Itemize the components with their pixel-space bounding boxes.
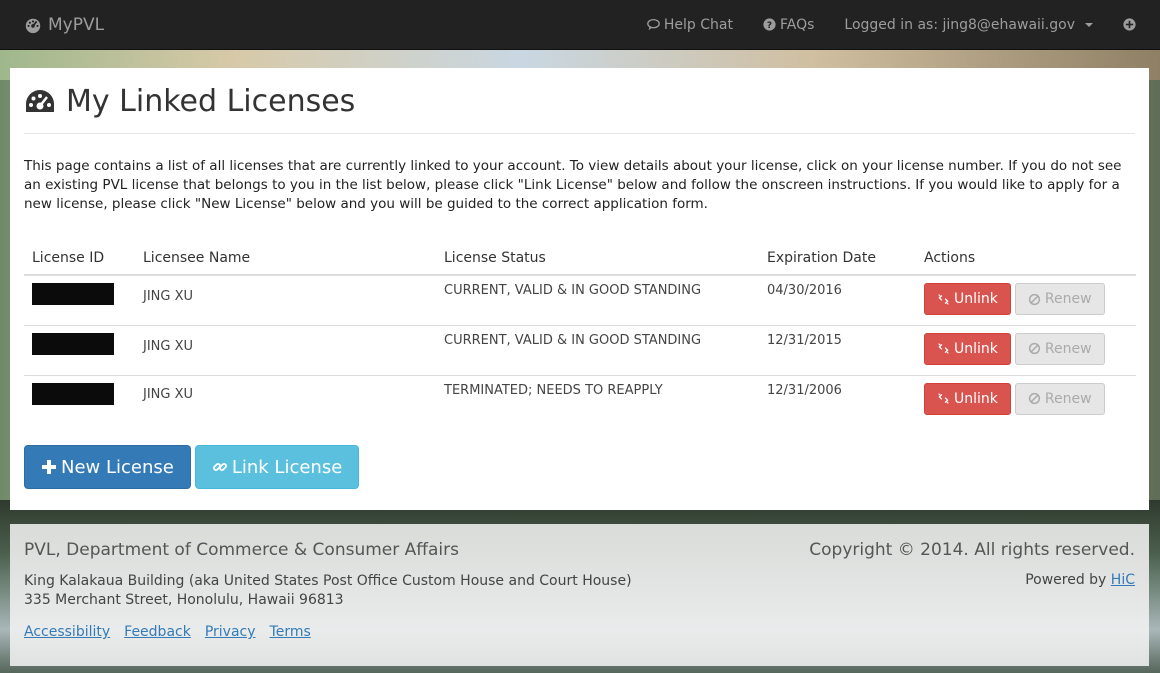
address: King Kalakaua Building (aka United State… [24,572,632,610]
col-header-licensee-name: Licensee Name [135,242,436,276]
renew-label: Renew [1044,340,1092,357]
unlink-label: Unlink [954,390,998,407]
dashboard-icon [26,89,54,112]
page-title: My Linked Licenses [66,84,356,119]
dashboard-icon [25,18,41,33]
unlink-label: Unlink [954,291,998,307]
expiration-date: 12/31/2006 [759,374,916,425]
licenses-table: License ID Licensee Name License Status … [24,242,1136,425]
link-license-label: Link License [231,456,343,478]
renew-button[interactable]: Renew [1014,283,1105,315]
footer-link-terms[interactable]: Terms [270,624,311,640]
footer-link-feedback[interactable]: Feedback [124,624,191,640]
unlink-button[interactable]: Unlink [924,382,1011,415]
powered-by-label: Powered by [1025,572,1107,588]
user-menu-dropdown[interactable]: Logged in as: jing8@ehawaii.gov [829,0,1108,49]
expiration-date: 12/31/2015 [759,324,916,375]
unlink-icon [938,293,949,305]
logged-in-label: Logged in as: jing8@ehawaii.gov [844,16,1075,33]
caret-down-icon [1085,22,1093,27]
plus-icon [42,460,56,474]
copyright-text: Copyright © 2014. All rights reserved. [809,540,1135,560]
renew-button[interactable]: Renew [1014,332,1105,365]
main-panel: My Linked Licenses This page contains a … [10,68,1149,510]
question-circle-icon: ? [763,18,776,31]
plus-circle-button[interactable] [1108,0,1160,49]
help-chat-link[interactable]: Help Chat [632,0,748,49]
link-icon [212,463,227,471]
license-status: CURRENT, VALID & IN GOOD STANDING [436,324,759,375]
col-header-license-status: License Status [436,242,759,276]
footer-org-name: PVL, Department of Commerce & Consumer A… [24,540,459,560]
address-line-2: 335 Merchant Street, Honolulu, Hawaii 96… [24,592,344,608]
ban-icon [1028,293,1040,305]
col-header-expiration-date: Expiration Date [759,242,916,276]
unlink-icon [938,343,949,354]
renew-label: Renew [1044,291,1092,307]
ban-icon [1028,342,1040,355]
brand-link[interactable]: MyPVL [24,15,104,35]
renew-button[interactable]: Renew [1014,382,1105,415]
license-status: TERMINATED; NEEDS TO REAPPLY [436,374,759,425]
page-header: My Linked Licenses [24,84,1135,134]
new-license-button[interactable]: New License [24,445,191,489]
unlink-button[interactable]: Unlink [924,332,1011,365]
chat-icon [647,18,660,31]
license-id-link-redacted[interactable] [32,382,114,405]
table-row: JING XU CURRENT, VALID & IN GOOD STANDIN… [24,275,1136,325]
footer-link-accessibility[interactable]: Accessibility [24,624,110,640]
footer: PVL, Department of Commerce & Consumer A… [10,524,1149,666]
ban-icon [1028,392,1040,405]
expiration-date: 04/30/2016 [767,283,842,298]
licensee-name: JING XU [143,289,194,304]
license-id-link-redacted[interactable] [32,283,114,305]
new-license-label: New License [61,456,174,478]
powered-by: Powered by HiC [1025,572,1135,610]
license-status: CURRENT, VALID & IN GOOD STANDING [444,283,702,298]
table-row: JING XU TERMINATED; NEEDS TO REAPPLY 12/… [24,374,1136,425]
brand-label: MyPVL [48,14,105,35]
hic-link[interactable]: HiC [1111,572,1135,588]
link-license-button[interactable]: Link License [194,445,360,489]
renew-label: Renew [1044,390,1092,407]
faqs-link[interactable]: ? FAQs [748,0,829,49]
svg-text:?: ? [767,21,772,31]
address-line-1: King Kalakaua Building (aka United State… [24,573,632,589]
unlink-button[interactable]: Unlink [924,283,1011,315]
footer-links: Accessibility Feedback Privacy Terms [24,624,1135,640]
unlink-label: Unlink [954,340,998,357]
plus-circle-icon [1123,18,1136,31]
faqs-label: FAQs [779,16,815,33]
footer-link-privacy[interactable]: Privacy [205,624,256,640]
licensee-name: JING XU [135,324,436,375]
unlink-icon [938,393,949,404]
licensee-name: JING XU [135,374,436,425]
navbar: MyPVL Help Chat ? FAQs Logged in as: jin… [0,0,1160,50]
help-chat-label: Help Chat [663,16,733,33]
table-row: JING XU CURRENT, VALID & IN GOOD STANDIN… [24,324,1136,375]
col-header-license-id: License ID [24,242,135,276]
col-header-actions: Actions [916,242,1136,276]
intro-text: This page contains a list of all license… [24,158,1122,212]
license-id-link-redacted[interactable] [32,332,114,355]
